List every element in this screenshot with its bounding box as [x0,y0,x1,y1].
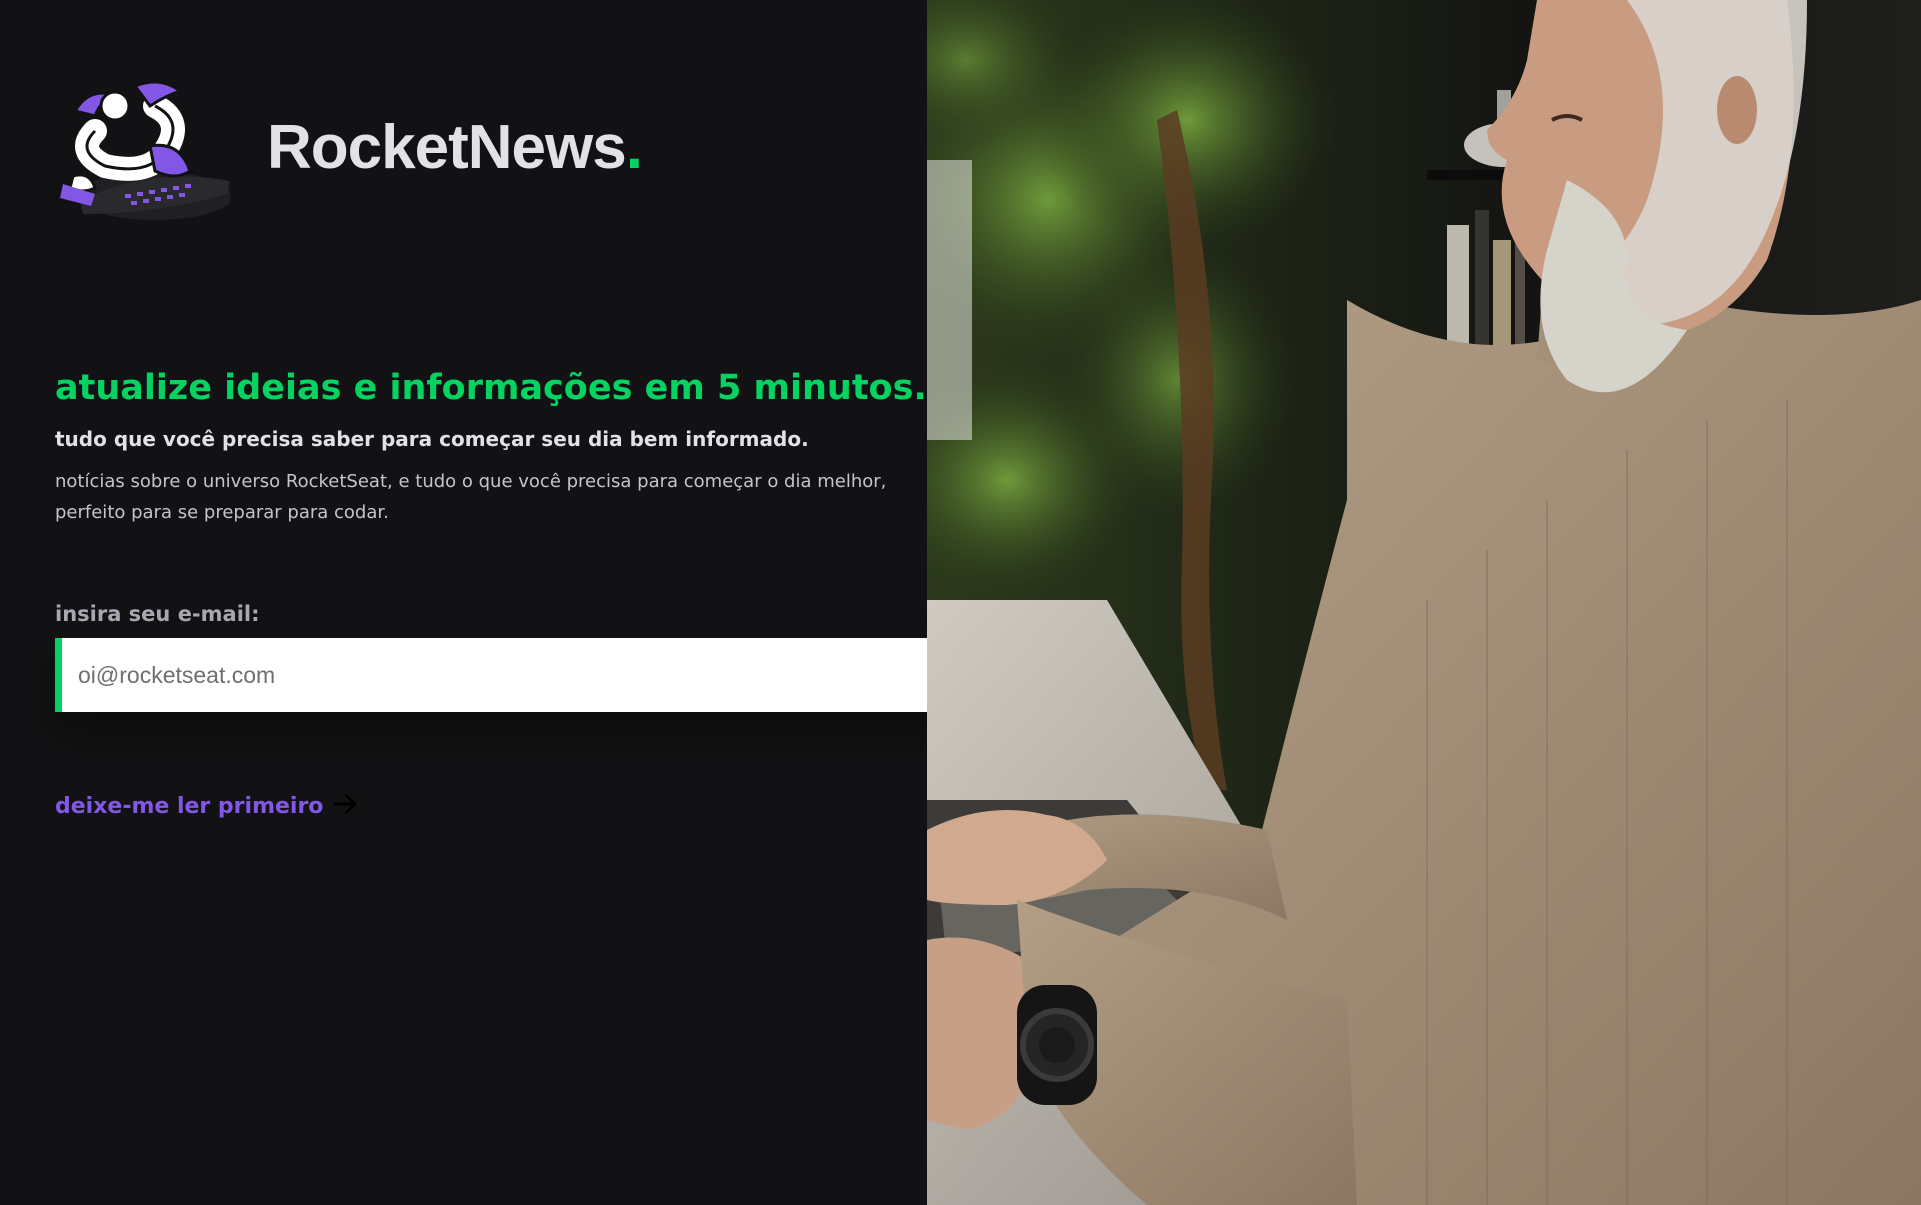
hero-headline: atualize ideias e informações em 5 minut… [55,368,927,408]
email-input[interactable] [55,638,982,712]
email-label: insira seu e-mail: [55,602,260,626]
arrow-right-icon [333,792,361,820]
brand-text: RocketNews [267,113,627,182]
newsletter-form [55,638,1057,712]
brand-dot: . [625,113,643,182]
mascot-logo-icon [55,76,233,226]
hero-photo [927,0,1921,1205]
hero-description: notícias sobre o universo RocketSeat, e … [55,471,887,523]
content-panel: RocketNews. atualize ideias e informaçõe… [0,0,1057,1205]
hero-subhead: tudo que você precisa saber para começar… [55,427,809,451]
landing-page: RocketNews. atualize ideias e informaçõe… [0,0,1921,1205]
read-first-label: deixe-me ler primeiro [55,793,324,819]
read-first-link[interactable]: deixe-me ler primeiro [55,792,361,820]
brand-name: RocketNews. [267,112,643,183]
